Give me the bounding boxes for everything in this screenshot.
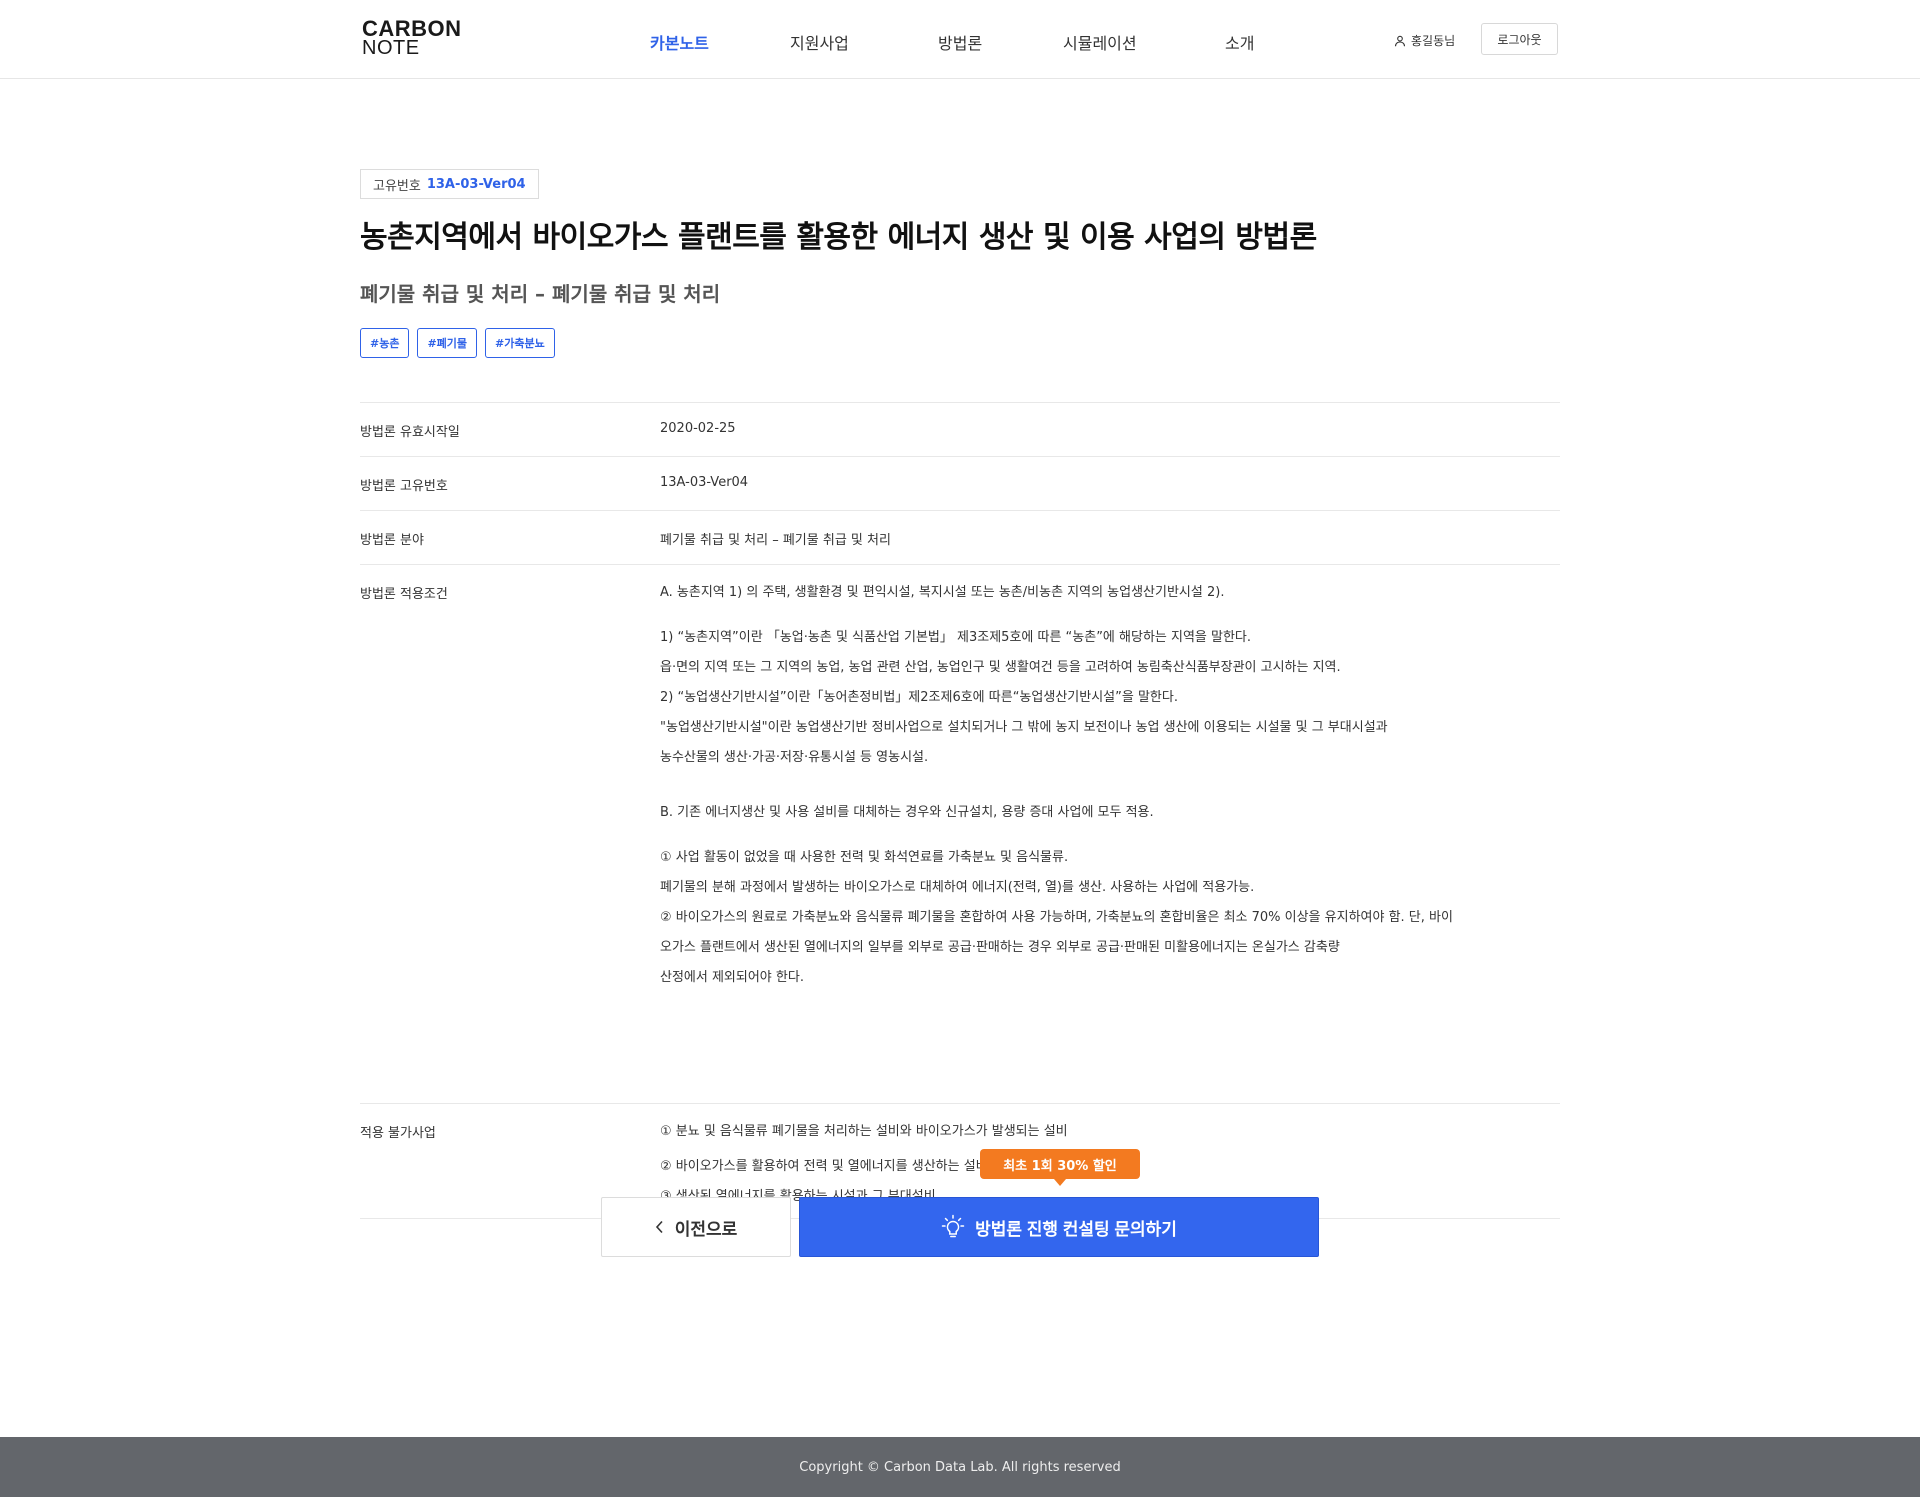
- exclusion-line: ① 분뇨 및 음식물류 폐기물을 처리하는 설비와 바이오가스가 발생되는 설비: [660, 1124, 1068, 1139]
- unique-id-box: 고유번호 13A-03-Ver04: [360, 169, 539, 199]
- conditions-text: A. 농촌지역 1) 의 주택, 생활환경 및 편익시설, 복지시설 또는 농촌…: [660, 565, 1560, 1103]
- page-subtitle: 폐기물 취급 및 처리 – 폐기물 취급 및 처리: [360, 282, 721, 306]
- carbon-note-logo[interactable]: CARBON NOTE: [362, 16, 472, 59]
- logout-button[interactable]: 로그아웃: [1481, 23, 1558, 55]
- logo-line1: CARBON: [362, 16, 462, 41]
- nav-carbon-note[interactable]: 카본노트: [650, 30, 709, 54]
- condition-line: ② 바이오가스의 원료로 가축분뇨와 음식물류 폐기물을 혼합하여 사용 가능하…: [660, 910, 1453, 925]
- back-button[interactable]: 이전으로: [601, 1197, 791, 1257]
- table-row: 방법론 유효시작일 2020-02-25: [360, 403, 1560, 457]
- condition-line: 1) “농촌지역”이란 「농업·농촌 및 식품산업 기본법」 제3조제5호에 따…: [660, 630, 1252, 645]
- unique-id-value: 13A-03-Ver04: [426, 176, 526, 192]
- table-row: 방법론 고유번호 13A-03-Ver04: [360, 457, 1560, 511]
- methodology-info-table: 방법론 유효시작일 2020-02-25 방법론 고유번호 13A-03-Ver…: [360, 402, 1560, 1219]
- tag-livestock-manure[interactable]: #가축분뇨: [485, 328, 555, 358]
- condition-line: 오가스 플랜트에서 생산된 열에너지의 일부를 외부로 공급·판매하는 경우 외…: [660, 940, 1340, 955]
- consulting-inquiry-button[interactable]: 방법론 진행 컨설팅 문의하기: [799, 1197, 1319, 1257]
- nav-about[interactable]: 소개: [1225, 30, 1254, 54]
- page-title: 농촌지역에서 바이오가스 플랜트를 활용한 에너지 생산 및 이용 사업의 방법…: [360, 220, 1317, 255]
- nav-simulation[interactable]: 시뮬레이션: [1063, 30, 1137, 54]
- row-label: 방법론 적용조건: [360, 587, 448, 602]
- tag-waste[interactable]: #폐기물: [417, 328, 478, 358]
- nav-support-projects[interactable]: 지원사업: [790, 30, 849, 54]
- nav-methodology[interactable]: 방법론: [938, 30, 982, 54]
- row-label: 방법론 고유번호: [360, 479, 448, 494]
- user-icon: [1394, 35, 1406, 46]
- user-name: 홍길동님: [1411, 34, 1456, 48]
- table-row-conditions: 방법론 적용조건 A. 농촌지역 1) 의 주택, 생활환경 및 편익시설, 복…: [360, 565, 1560, 1104]
- consulting-button-label: 방법론 진행 컨설팅 문의하기: [975, 1219, 1177, 1239]
- condition-a-heading: A. 농촌지역 1) 의 주택, 생활환경 및 편익시설, 복지시설 또는 농촌…: [660, 585, 1225, 600]
- lightbulb-icon: [941, 1214, 965, 1238]
- row-label: 방법론 분야: [360, 533, 424, 548]
- tag-rural[interactable]: #농촌: [360, 328, 410, 358]
- discount-badge: 최초 1회 30% 할인: [980, 1149, 1140, 1179]
- condition-line: 농수산물의 생산·가공·저장·유통시설 등 영농시설.: [660, 750, 929, 765]
- unique-id-label: 고유번호: [373, 178, 421, 194]
- condition-line: 2) “농업생산기반시설”이란「농어촌정비법」제2조제6호에 따른“농업생산기반…: [660, 690, 1178, 705]
- chevron-left-icon: [655, 1220, 663, 1234]
- copyright-text: Copyright © Carbon Data Lab. All rights …: [799, 1459, 1121, 1475]
- tag-list: #농촌 #폐기물 #가축분뇨: [360, 328, 555, 358]
- row-value: 폐기물 취급 및 처리 – 폐기물 취급 및 처리: [660, 533, 891, 548]
- table-row: 방법론 분야 폐기물 취급 및 처리 – 폐기물 취급 및 처리: [360, 511, 1560, 565]
- condition-line: 폐기물의 분해 과정에서 발생하는 바이오가스로 대체하여 에너지(전력, 열)…: [660, 880, 1255, 895]
- condition-line: 산정에서 제외되어야 한다.: [660, 970, 804, 985]
- logo-line2: NOTE: [362, 37, 420, 59]
- condition-b-heading: B. 기존 에너지생산 및 사용 설비를 대체하는 경우와 신규설치, 용량 증…: [660, 805, 1154, 820]
- condition-line: 읍·면의 지역 또는 그 지역의 농업, 농업 관련 산업, 농업인구 및 생활…: [660, 660, 1341, 675]
- row-label: 방법론 유효시작일: [360, 425, 460, 440]
- condition-line: ① 사업 활동이 없었을 때 사용한 전력 및 화석연료를 가축분뇨 및 음식물…: [660, 850, 1069, 865]
- site-header: CARBON NOTE 카본노트 지원사업 방법론 시뮬레이션 소개 홍길동님 …: [0, 0, 1920, 79]
- row-value: 13A-03-Ver04: [660, 475, 749, 490]
- user-menu[interactable]: 홍길동님: [1394, 32, 1455, 49]
- site-footer: Copyright © Carbon Data Lab. All rights …: [0, 1437, 1920, 1497]
- row-value: 2020-02-25: [660, 421, 736, 436]
- discount-badge-pointer: [1054, 1179, 1066, 1186]
- back-button-label: 이전으로: [674, 1219, 738, 1239]
- condition-line: "농업생산기반시설"이란 농업생산기반 정비사업으로 설치되거나 그 밖에 농지…: [660, 720, 1388, 735]
